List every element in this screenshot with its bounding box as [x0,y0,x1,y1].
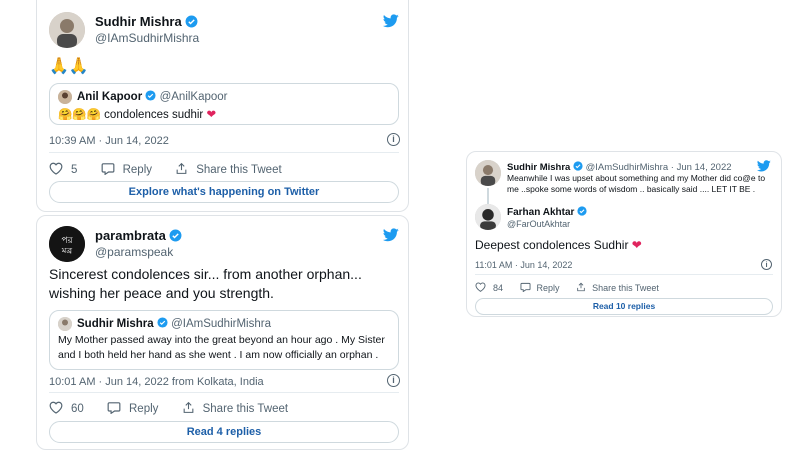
parent-tweet-text: Meanwhile I was upset about something an… [507,173,766,194]
like-count: 5 [71,164,78,176]
quote-text: My Mother passed away into the great bey… [58,334,385,361]
divider [475,274,773,275]
heart-icon [49,162,63,178]
reply-label: Reply [122,164,153,176]
author-name[interactable]: Farhan Akhtar [507,207,574,218]
info-icon[interactable]: i [387,133,400,146]
explore-button[interactable]: Explore what's happening on Twitter [49,181,399,203]
like-count: 60 [71,403,84,415]
avatar[interactable] [475,204,501,230]
reply-icon [520,282,531,294]
quote-emojis: 🤗🤗🤗 [58,109,101,121]
tweet-timestamp[interactable]: 10:39 AM · Jun 14, 2022 [49,135,169,147]
reply-button[interactable]: Reply [520,282,560,294]
verified-badge-icon [145,90,156,104]
avatar[interactable] [49,12,85,48]
quoted-tweet[interactable]: Sudhir Mishra @IAmSudhirMishra My Mother… [49,310,399,370]
heart-icon: ❤ [631,238,642,252]
tweet-timestamp[interactable]: 10:01 AM · Jun 14, 2022 from Kolkata, In… [49,376,264,388]
verified-badge-icon [185,15,198,31]
share-icon [175,162,188,178]
parent-author-name[interactable]: Sudhir Mishra [507,162,570,173]
heart-icon: ❤ [206,109,217,121]
thread-line [487,188,489,204]
tweet-card-farhan: Sudhir Mishra @IAmSudhirMishra · Jun 14,… [466,151,782,317]
reply-button[interactable]: Reply [107,401,158,417]
share-label: Share this Tweet [196,164,282,176]
quote-author-name: Sudhir Mishra [77,318,154,331]
share-icon [182,401,195,417]
read-replies-button[interactable]: Read 4 replies [49,421,399,443]
avatar[interactable]: পর মব্র [49,226,85,262]
heart-icon [475,282,486,294]
like-button[interactable]: 5 [49,162,77,178]
like-count: 84 [493,283,504,293]
share-button[interactable]: Share this Tweet [175,162,282,178]
quote-author-name: Anil Kapoor [77,91,143,104]
share-icon [576,282,586,294]
reply-icon [101,162,115,178]
like-button[interactable]: 84 [475,282,503,294]
reply-icon [107,401,121,417]
parent-author-handle[interactable]: @IAmSudhirMishra [586,162,669,173]
tweet-card-sudhir: Sudhir Mishra @IAmSudhirMishra 🙏🙏 Anil K… [36,0,409,212]
divider [49,152,399,153]
quoted-tweet[interactable]: Anil Kapoor @AnilKapoor 🤗🤗🤗 condolences … [49,83,399,125]
author-handle[interactable]: @IAmSudhirMishra [95,31,199,45]
info-icon[interactable]: i [387,374,400,387]
author-name[interactable]: parambrata [95,228,166,243]
tweet-body: Sincerest condolences sir... from anothe… [49,266,362,301]
quote-text: condolences sudhir [104,109,204,121]
verified-badge-icon [157,317,168,331]
reply-label: Reply [536,283,560,293]
share-button[interactable]: Share this Tweet [182,401,288,417]
avatar [58,90,72,104]
tweet-body: Deepest condolences Sudhir [475,238,629,252]
author-handle[interactable]: @FarOutAkhtar [507,219,570,229]
tweet-card-parambrata: পর মব্র parambrata @paramspeak Sincerest … [36,215,409,450]
verified-badge-icon [577,206,587,219]
quote-author-handle: @AnilKapoor [159,91,228,104]
twitter-bird-icon[interactable] [383,14,399,28]
quote-author-handle: @IAmSudhirMishra [171,318,271,331]
author-handle[interactable]: @paramspeak [95,245,173,259]
reply-label: Reply [129,403,159,415]
divider [49,392,399,393]
tweet-timestamp[interactable]: 11:01 AM · Jun 14, 2022 [475,260,572,270]
share-label: Share this Tweet [592,283,659,293]
share-button[interactable]: Share this Tweet [576,282,659,294]
avatar[interactable] [475,160,501,186]
author-name[interactable]: Sudhir Mishra [95,14,182,29]
svg-text:মব্র: মব্র [61,246,72,255]
twitter-bird-icon[interactable] [383,228,399,242]
svg-text:পর: পর [61,236,73,246]
info-icon[interactable]: i [761,259,772,270]
avatar [58,317,72,331]
reply-button[interactable]: Reply [101,162,152,178]
verified-badge-icon [169,229,182,245]
share-label: Share this Tweet [202,403,289,415]
tweet-body: 🙏🙏 [49,58,89,75]
like-button[interactable]: 60 [49,401,84,417]
parent-date[interactable]: · Jun 14, 2022 [671,162,732,173]
twitter-bird-icon[interactable] [757,160,771,172]
heart-icon [49,401,63,417]
read-replies-button[interactable]: Read 10 replies [475,298,773,315]
